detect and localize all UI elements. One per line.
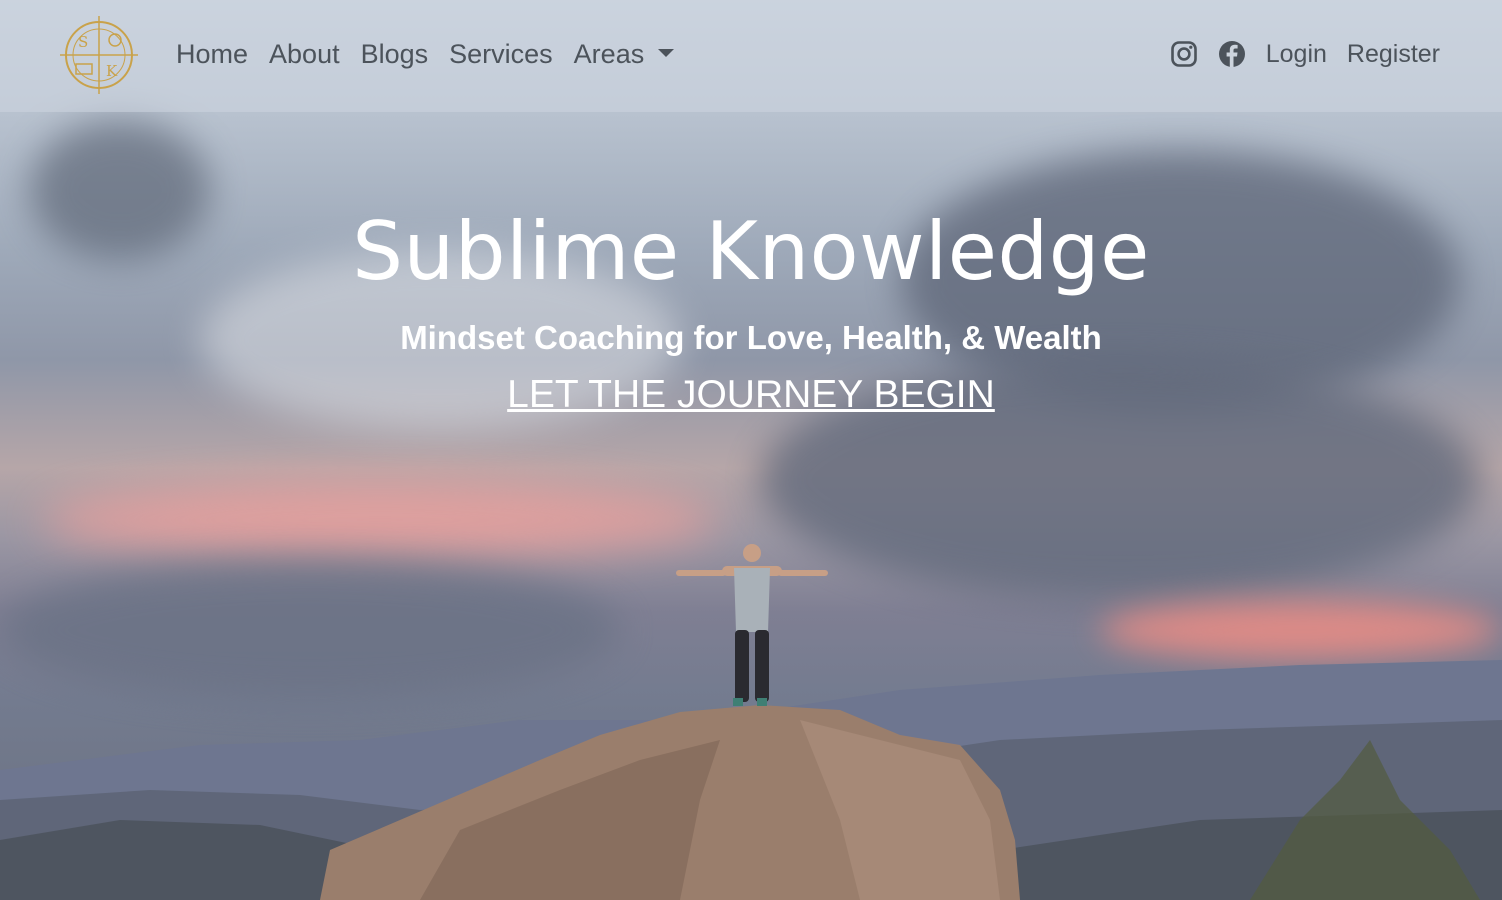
sunset-glow bbox=[40, 480, 720, 560]
nav-services[interactable]: Services bbox=[449, 34, 553, 74]
login-link[interactable]: Login bbox=[1266, 34, 1327, 74]
nav-areas-dropdown[interactable]: Areas bbox=[574, 34, 675, 74]
nav-areas-label: Areas bbox=[573, 39, 645, 69]
hero: Sublime Knowledge Mindset Coaching for L… bbox=[0, 200, 1502, 418]
page: S K Home About Blogs Services Areas Logi… bbox=[0, 0, 1502, 900]
mountain-range bbox=[0, 660, 1502, 900]
compass-logo-icon: S K bbox=[60, 16, 138, 94]
primary-nav: Home About Blogs Services Areas bbox=[176, 34, 675, 74]
hero-subtitle: Mindset Coaching for Love, Health, & Wea… bbox=[400, 319, 1102, 356]
navbar: S K Home About Blogs Services Areas Logi… bbox=[0, 0, 1502, 112]
hero-title: Sublime Knowledge bbox=[352, 205, 1150, 298]
instagram-icon[interactable] bbox=[1170, 40, 1198, 68]
sublime-knowledge-logo[interactable]: S K bbox=[58, 14, 140, 96]
nav-home[interactable]: Home bbox=[176, 34, 248, 74]
logo-letter-s: S bbox=[78, 33, 88, 51]
register-link[interactable]: Register bbox=[1347, 34, 1440, 74]
facebook-icon[interactable] bbox=[1218, 40, 1246, 68]
secondary-nav: Login Register bbox=[1170, 34, 1440, 74]
journey-cta-link[interactable]: LET THE JOURNEY BEGIN bbox=[507, 372, 995, 418]
nav-blogs[interactable]: Blogs bbox=[361, 34, 429, 74]
caret-down-icon bbox=[658, 48, 675, 57]
logo-letter-k: K bbox=[106, 62, 118, 80]
nav-about[interactable]: About bbox=[269, 34, 340, 74]
